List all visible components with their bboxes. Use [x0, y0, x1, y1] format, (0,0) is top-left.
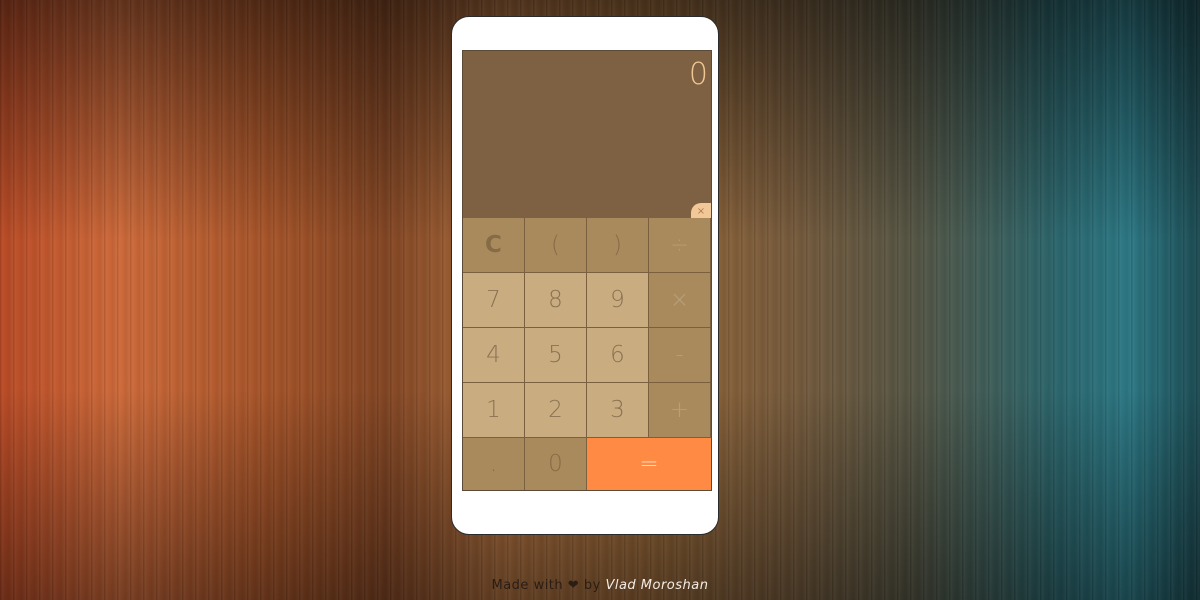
decimal-button[interactable]: . — [463, 438, 525, 490]
clear-button[interactable]: C — [463, 218, 525, 273]
digit-9-button[interactable]: 9 — [587, 273, 649, 328]
keypad: C ( ) ÷ 7 8 9 × 4 5 6 - 1 2 3 + . 0 = — [463, 218, 711, 490]
by-text: by — [583, 578, 601, 593]
display-value: 0 — [688, 57, 708, 92]
digit-0-button[interactable]: 0 — [525, 438, 587, 490]
divide-button[interactable]: ÷ — [649, 218, 711, 273]
digit-1-button[interactable]: 1 — [463, 383, 525, 438]
digit-8-button[interactable]: 8 — [525, 273, 587, 328]
digit-3-button[interactable]: 3 — [587, 383, 649, 438]
add-button[interactable]: + — [649, 383, 711, 438]
calculator-screen: 0 × C ( ) ÷ 7 8 9 × 4 5 6 - 1 2 3 + . 0 … — [462, 50, 712, 491]
author-link[interactable]: Vlad Moroshan — [605, 578, 708, 593]
digit-6-button[interactable]: 6 — [587, 328, 649, 383]
heart-icon: ❤ — [567, 578, 580, 593]
digit-4-button[interactable]: 4 — [463, 328, 525, 383]
close-paren-button[interactable]: ) — [587, 218, 649, 273]
equals-button[interactable]: = — [587, 438, 711, 490]
open-paren-button[interactable]: ( — [525, 218, 587, 273]
digit-5-button[interactable]: 5 — [525, 328, 587, 383]
made-with-text: Made with — [491, 578, 564, 593]
credits-footer: Made with ❤ by Vlad Moroshan — [0, 578, 1200, 593]
clear-entry-button[interactable]: × — [691, 203, 711, 218]
digit-2-button[interactable]: 2 — [525, 383, 587, 438]
calculator-display: 0 × — [463, 51, 711, 218]
phone-frame: 0 × C ( ) ÷ 7 8 9 × 4 5 6 - 1 2 3 + . 0 … — [451, 16, 719, 535]
digit-7-button[interactable]: 7 — [463, 273, 525, 328]
multiply-button[interactable]: × — [649, 273, 711, 328]
subtract-button[interactable]: - — [649, 328, 711, 383]
